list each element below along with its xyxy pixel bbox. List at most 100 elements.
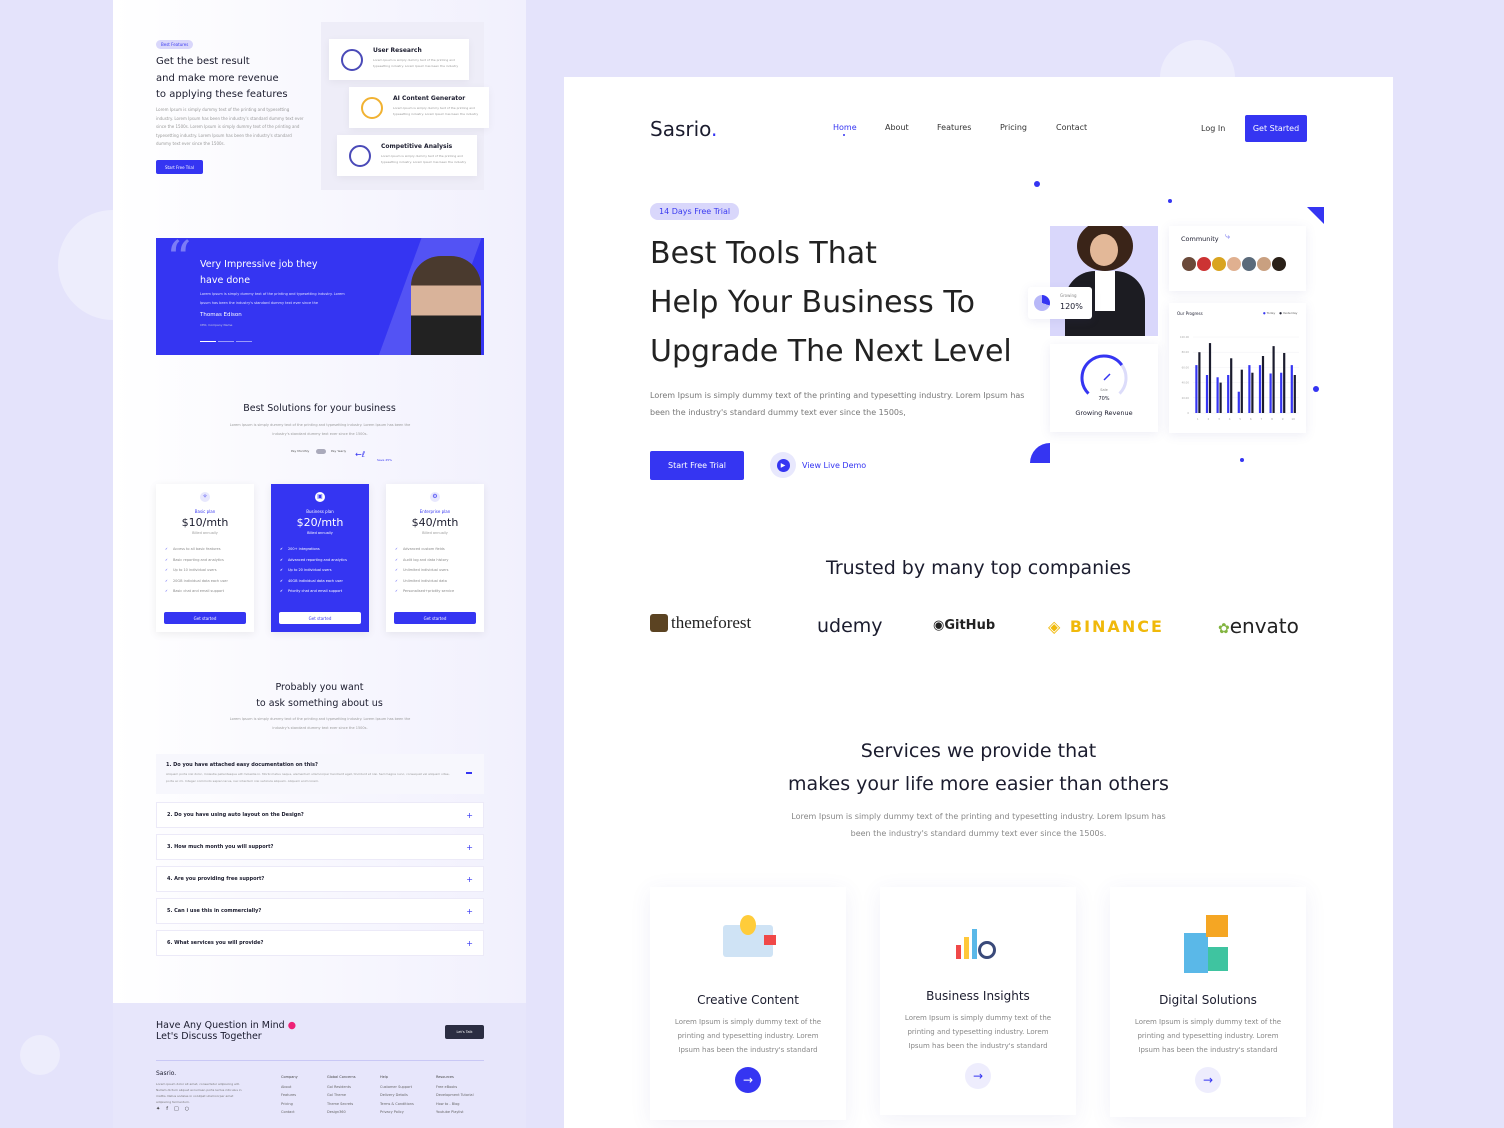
digital-solutions-icon xyxy=(1178,911,1238,973)
binance-icon: ◈ xyxy=(1048,617,1063,636)
bar-yesterday xyxy=(1230,358,1233,413)
check-icon: ✓ xyxy=(395,557,398,562)
competitive-analysis-icon xyxy=(349,145,371,167)
ai-content-icon xyxy=(361,97,383,119)
plan-card-business: ▣ Business plan $20/mth Billed annually ✔ 20… xyxy=(271,484,369,632)
faq-item[interactable]: 2. Do you have using auto layout on the … xyxy=(156,802,484,828)
twitter-icon[interactable]: ✦ xyxy=(156,1106,166,1112)
service-card: Creative Content Lorem Ipsum is simply du… xyxy=(650,887,846,1120)
check-icon: ✓ xyxy=(395,568,398,573)
get-started-button[interactable]: Get started xyxy=(164,612,246,624)
growing-card: Growing 120% xyxy=(1028,287,1092,319)
check-icon: ✓ xyxy=(395,578,398,583)
nav-contact[interactable]: Contact xyxy=(1056,123,1087,132)
check-icon: ✓ xyxy=(165,557,168,562)
user-research-icon xyxy=(341,49,363,71)
left-preview-panel: Best Features Get the best result and mak… xyxy=(113,0,526,1128)
get-started-button[interactable]: Get started xyxy=(394,612,476,624)
github-icon[interactable]: ○ xyxy=(185,1106,195,1112)
decor-quarter-circle xyxy=(1030,443,1050,463)
bar-yesterday xyxy=(1251,372,1254,413)
feature-card: User Research Lorem Ipsum is simply dummy… xyxy=(329,39,469,80)
arrow-right-button[interactable]: → xyxy=(735,1067,761,1093)
billing-toggle[interactable] xyxy=(316,449,326,454)
decor-dot xyxy=(1168,199,1172,203)
x-tick-label: 7 xyxy=(1261,417,1263,421)
faq-item[interactable]: 3. How much month you will support? + xyxy=(156,834,484,860)
logo-envato: ✿envato xyxy=(1218,614,1299,638)
nav-features[interactable]: Features xyxy=(937,123,971,132)
revenue-gauge-card: Sale 70% Growing Revenue xyxy=(1050,344,1158,432)
login-link[interactable]: Log In xyxy=(1201,124,1225,133)
decor-circle xyxy=(20,1035,60,1075)
bar-yesterday xyxy=(1283,352,1286,413)
instagram-icon[interactable]: □ xyxy=(174,1106,185,1112)
pricing-subtitle: Lorem Ipsum is simply dummy text of the … xyxy=(229,423,411,436)
plan-icon: ✧ xyxy=(200,492,210,502)
bar-today xyxy=(1237,391,1240,413)
testimonial-name: Thomas Edison xyxy=(200,312,242,318)
service-card: Digital Solutions Lorem Ipsum is simply d… xyxy=(1110,887,1306,1117)
arrow-right-button[interactable]: → xyxy=(1195,1067,1221,1093)
play-button[interactable]: ▶ xyxy=(770,452,796,478)
avatar xyxy=(1211,256,1227,272)
avatar xyxy=(1256,256,1272,272)
bar-today xyxy=(1195,365,1198,413)
logo-themeforest: themeforest xyxy=(650,613,751,633)
check-icon: ✔ xyxy=(280,557,283,562)
faq-item[interactable]: 6. What services you will provide? + xyxy=(156,930,484,956)
start-free-trial-button[interactable]: Start Free Trial xyxy=(650,451,744,480)
nav-about[interactable]: About xyxy=(885,123,909,132)
view-live-demo-link[interactable]: View Live Demo xyxy=(802,461,866,470)
bar-today xyxy=(1227,375,1230,413)
quote-icon: “ xyxy=(166,238,192,288)
carousel-dot-active[interactable] xyxy=(200,341,216,342)
check-icon: ✔ xyxy=(280,568,283,573)
arrow-right-button[interactable]: → xyxy=(965,1063,991,1089)
testimonial-role: CEO, Company Name xyxy=(200,323,233,327)
start-free-trial-button[interactable]: Start Free Trial xyxy=(156,160,203,174)
bar-today xyxy=(1258,365,1262,413)
hero-body: Lorem Ipsum is simply dummy text of the … xyxy=(650,391,1025,417)
envato-leaf-icon: ✿ xyxy=(1218,621,1230,637)
nav-pricing[interactable]: Pricing xyxy=(1000,123,1027,132)
feature-card: Competitive Analysis Lorem Ipsum is simpl… xyxy=(337,135,477,176)
carousel-dot[interactable] xyxy=(218,341,234,342)
nav-home[interactable]: Home xyxy=(833,123,857,132)
faq-item[interactable]: 5. Can i use this in commercially? + xyxy=(156,898,484,924)
plan-icon: ▣ xyxy=(315,492,325,502)
faq-item-open[interactable]: 1. Do you have attached easy documentati… xyxy=(156,754,484,794)
check-icon: ✓ xyxy=(165,547,168,551)
avatar xyxy=(1271,256,1287,272)
check-icon: ✓ xyxy=(165,578,168,583)
facebook-icon[interactable]: f xyxy=(166,1106,174,1112)
avatar xyxy=(1241,256,1257,272)
y-tick-label: 20.00 xyxy=(1182,396,1190,400)
progress-bar-chart: 0 20.00 40.00 60.00 80.00 100.00 1 2 3 4 5 6 7 8 9 10 xyxy=(1180,335,1299,421)
footer-about: Lorem ipsum dolor sit amet, consectetur … xyxy=(156,1082,242,1104)
y-tick-label: 60.00 xyxy=(1182,365,1190,369)
divider xyxy=(156,1060,484,1061)
avatar-group xyxy=(1181,256,1287,272)
plus-icon: + xyxy=(466,842,473,852)
bar-yesterday xyxy=(1219,382,1222,413)
gauge-value: 70% xyxy=(1098,396,1110,402)
plan-card-basic: ✧ Basic plan $10/mth Billed annually ✓ Acces… xyxy=(156,484,254,632)
faq-item[interactable]: 4. Are you providing free support? + xyxy=(156,866,484,892)
plus-icon: + xyxy=(466,810,473,820)
bar-yesterday xyxy=(1293,375,1296,413)
testimonial-photo xyxy=(411,256,481,355)
carousel-dot[interactable] xyxy=(236,341,252,342)
check-icon: ✓ xyxy=(165,589,168,594)
check-icon: ✓ xyxy=(395,589,398,594)
brand-logo[interactable]: Sasrio. xyxy=(650,117,717,141)
lets-talk-button[interactable]: Let's Talk xyxy=(445,1025,484,1039)
collapse-icon[interactable] xyxy=(466,772,472,774)
testimonial-banner: “ Very Impressive job they have done Lore… xyxy=(156,238,484,355)
bar-yesterday xyxy=(1272,346,1275,413)
y-tick-label: 80.00 xyxy=(1182,350,1190,354)
get-started-button[interactable]: Get Started xyxy=(1245,115,1307,142)
x-tick-label: 6 xyxy=(1250,417,1252,421)
get-started-button[interactable]: Get started xyxy=(279,612,361,624)
pricing-title: Best Solutions for your business xyxy=(243,403,396,414)
